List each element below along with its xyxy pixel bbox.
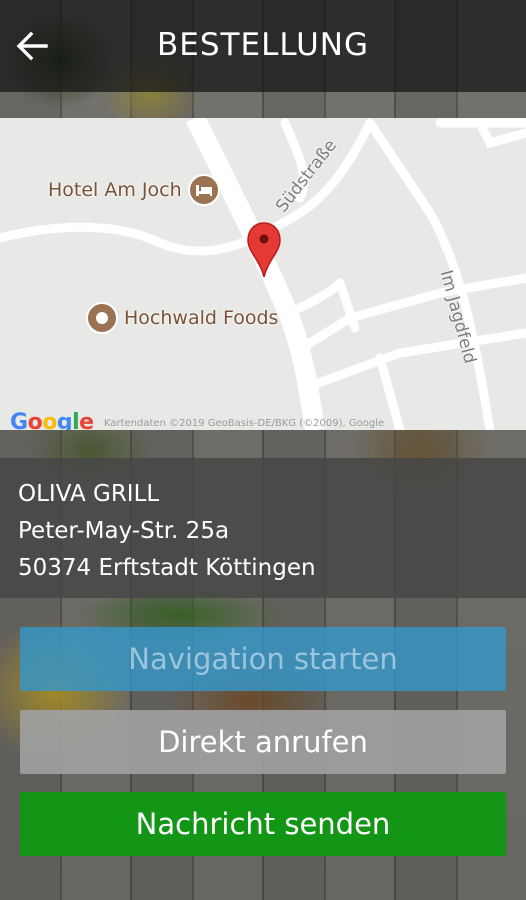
call-button[interactable]: Direkt anrufen (20, 710, 506, 774)
send-message-button[interactable]: Nachricht senden (20, 792, 506, 856)
restaurant-street: Peter-May-Str. 25a (18, 518, 230, 544)
location-pin-icon (247, 222, 281, 282)
page-title: BESTELLUNG (157, 27, 369, 63)
poi-hotel-am-joch[interactable]: Hotel Am Joch (48, 174, 220, 206)
poi-label: Hochwald Foods (124, 307, 279, 329)
map-attribution: Kartendaten ©2019 GeoBasis-DE/BKG (©2009… (104, 418, 385, 429)
hotel-bed-icon (187, 174, 220, 206)
poi-label: Hotel Am Joch (48, 179, 182, 201)
restaurant-address-card: OLIVA GRILL Peter-May-Str. 25a 50374 Erf… (0, 458, 526, 598)
google-logo: Google (10, 410, 94, 430)
place-dot-icon (86, 302, 118, 334)
restaurant-city: 50374 Erftstadt Köttingen (18, 555, 316, 581)
app-header: BESTELLUNG (0, 0, 526, 92)
poi-hochwald-foods[interactable]: Hochwald Foods (86, 302, 278, 334)
restaurant-name: OLIVA GRILL (18, 481, 160, 507)
start-navigation-button[interactable]: Navigation starten (20, 627, 506, 691)
location-map[interactable]: Hotel Am Joch Hochwald Foods Südstraße I… (0, 118, 526, 430)
